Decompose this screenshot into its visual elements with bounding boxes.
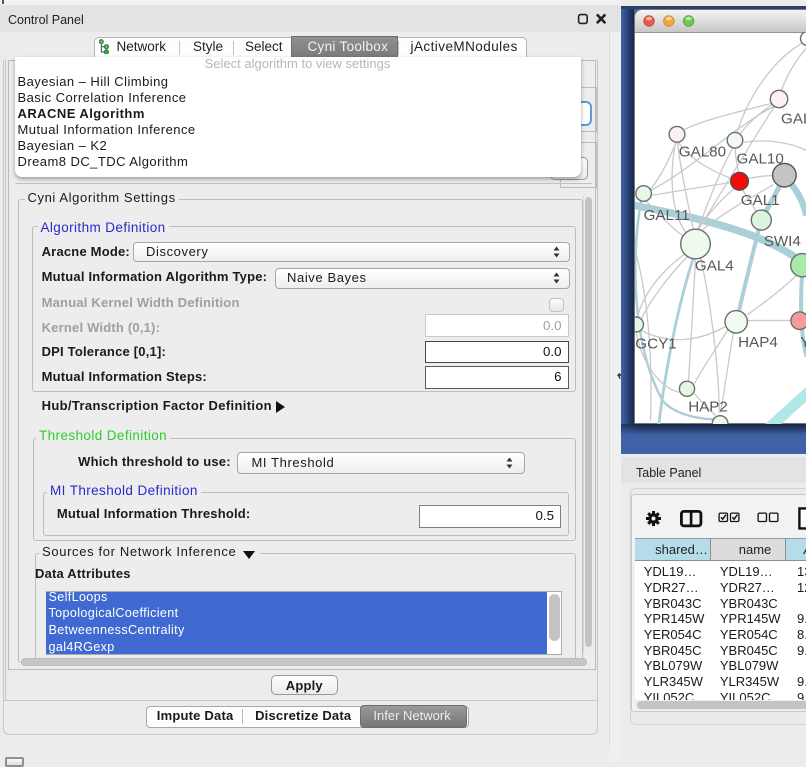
- svg-text:Y: Y: [800, 334, 806, 351]
- svg-text:GAL4: GAL4: [694, 257, 733, 274]
- svg-text:GAL11: GAL11: [643, 206, 689, 223]
- svg-text:GCY1: GCY1: [635, 335, 676, 352]
- svg-text:GAL: GAL: [781, 110, 806, 127]
- svg-text:GAL80: GAL80: [678, 143, 725, 160]
- svg-text:GAL1: GAL1: [740, 191, 779, 208]
- svg-text:GAL10: GAL10: [736, 150, 783, 167]
- svg-text:HAP2: HAP2: [688, 398, 728, 415]
- svg-text:SWI4: SWI4: [763, 233, 800, 250]
- svg-text:HAP4: HAP4: [738, 334, 778, 351]
